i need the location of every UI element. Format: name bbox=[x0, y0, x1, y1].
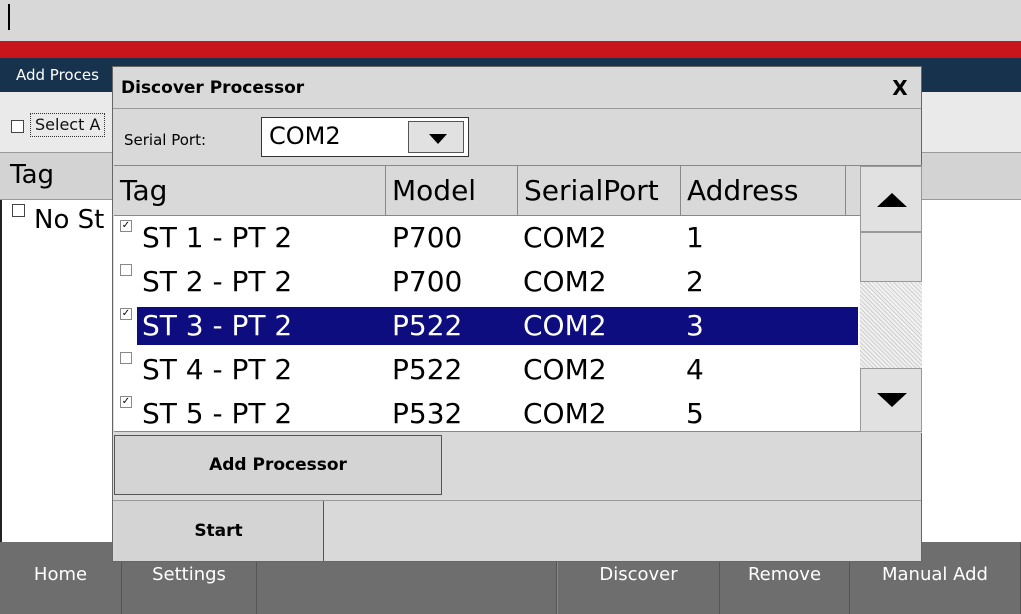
scroll-up-button[interactable] bbox=[860, 166, 922, 232]
row-model: P532 bbox=[392, 397, 463, 430]
row-address: 3 bbox=[686, 309, 704, 342]
row-serialport: COM2 bbox=[523, 353, 607, 386]
serial-port-label: Serial Port: bbox=[124, 131, 207, 149]
row-model: P522 bbox=[392, 353, 463, 386]
top-bar bbox=[0, 0, 1021, 41]
column-header-tag: Tag bbox=[10, 160, 55, 190]
scroll-thumb[interactable] bbox=[860, 232, 922, 282]
row-tag: ST 1 - PT 2 bbox=[142, 221, 293, 254]
grid-row[interactable]: ✓ ST 3 - PT 2 P522 COM2 3 bbox=[114, 304, 859, 348]
row-checkbox[interactable]: ✓ bbox=[120, 396, 132, 408]
row-model: P700 bbox=[392, 221, 463, 254]
column-header-model[interactable]: Model bbox=[386, 166, 518, 216]
serial-port-select[interactable]: COM2 bbox=[261, 117, 469, 157]
row-serialport: COM2 bbox=[523, 265, 607, 298]
row-tag: ST 4 - PT 2 bbox=[142, 353, 293, 386]
row-checkbox[interactable] bbox=[120, 264, 132, 276]
grid-scrollbar[interactable] bbox=[860, 166, 922, 433]
grid-row[interactable]: ST 2 - PT 2 P700 COM2 2 bbox=[114, 260, 859, 304]
red-band bbox=[0, 41, 1021, 58]
grid-row[interactable]: ✓ ST 1 - PT 2 P700 COM2 1 bbox=[114, 216, 859, 260]
grid-row[interactable]: ✓ ST 5 - PT 2 P532 COM2 5 bbox=[114, 392, 859, 436]
serial-port-value: COM2 bbox=[269, 122, 341, 150]
row-model: P700 bbox=[392, 265, 463, 298]
row-checkbox[interactable] bbox=[120, 352, 132, 364]
text-cursor bbox=[8, 4, 10, 30]
close-button[interactable]: X bbox=[885, 73, 915, 103]
no-stations-checkbox[interactable] bbox=[12, 204, 25, 217]
column-header-serialport[interactable]: SerialPort bbox=[518, 166, 681, 216]
chevron-down-icon bbox=[429, 134, 447, 144]
discover-processor-dialog: Discover Processor X Serial Port: COM2 T… bbox=[112, 66, 922, 562]
row-serialport: COM2 bbox=[523, 397, 607, 430]
row-tag: ST 2 - PT 2 bbox=[142, 265, 293, 298]
grid-header: Tag Model SerialPort Address bbox=[114, 166, 922, 216]
processor-grid: Tag Model SerialPort Address ✓ ST 1 - PT … bbox=[114, 165, 922, 433]
dialog-title-bar: Discover Processor X bbox=[113, 67, 921, 109]
select-all-checkbox[interactable] bbox=[11, 120, 24, 133]
dropdown-button[interactable] bbox=[408, 121, 464, 153]
row-serialport: COM2 bbox=[523, 221, 607, 254]
arrow-up-icon bbox=[877, 193, 907, 207]
row-address: 4 bbox=[686, 353, 704, 386]
row-tag: ST 3 - PT 2 bbox=[142, 309, 293, 342]
scroll-down-button[interactable] bbox=[860, 368, 922, 432]
no-stations-text: No St bbox=[34, 205, 105, 235]
row-checkbox[interactable]: ✓ bbox=[120, 220, 132, 232]
dialog-title: Discover Processor bbox=[121, 78, 305, 98]
row-serialport: COM2 bbox=[523, 309, 607, 342]
select-all-label[interactable]: Select A bbox=[30, 113, 106, 137]
column-header-tag[interactable]: Tag bbox=[114, 166, 386, 216]
column-header-address[interactable]: Address bbox=[681, 166, 846, 216]
nav-home-button[interactable]: Home bbox=[0, 542, 122, 614]
row-address: 1 bbox=[686, 221, 704, 254]
row-address: 5 bbox=[686, 397, 704, 430]
add-processor-button[interactable]: Add Processor bbox=[114, 435, 442, 495]
row-checkbox[interactable]: ✓ bbox=[120, 308, 132, 320]
row-address: 2 bbox=[686, 265, 704, 298]
grid-row[interactable]: ST 4 - PT 2 P522 COM2 4 bbox=[114, 348, 859, 392]
arrow-down-icon bbox=[877, 393, 907, 407]
start-button[interactable]: Start bbox=[114, 501, 324, 561]
row-model: P522 bbox=[392, 309, 463, 342]
row-tag: ST 5 - PT 2 bbox=[142, 397, 293, 430]
